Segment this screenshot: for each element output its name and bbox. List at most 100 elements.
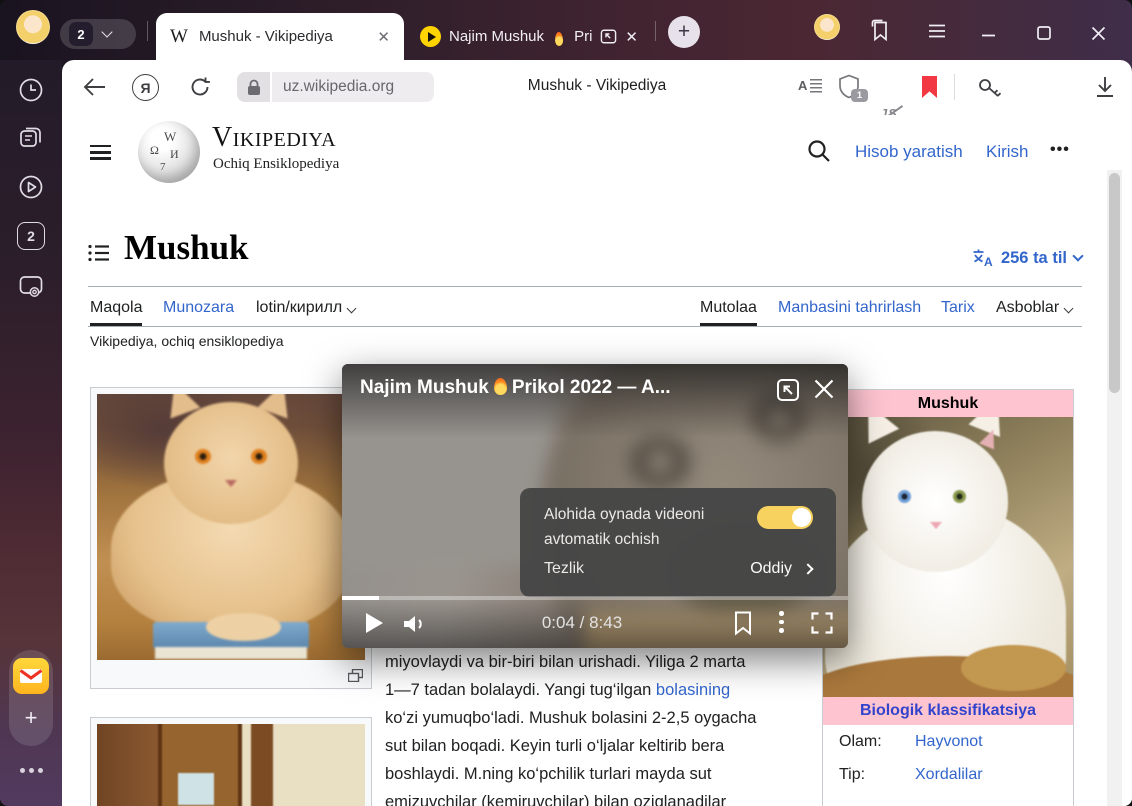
wiki-more-icon[interactable]: ••• [1050, 141, 1070, 159]
paragraph-line: ko‘zi yumuqbo‘ladi. Mushuk bolasini 2-2,… [385, 704, 756, 732]
play-button[interactable] [366, 613, 383, 633]
account-avatar[interactable] [814, 14, 840, 40]
pip-header: Najim Mushuk Prikol 2022 — A... [342, 364, 848, 438]
wiki-link[interactable]: Hayvonot [915, 733, 983, 751]
wikipedia-favicon: W [170, 26, 188, 48]
globe-glyph: И [170, 147, 179, 162]
browser-sidebar: 2 + [0, 60, 62, 806]
minimize-button[interactable] [982, 34, 995, 37]
taxobox-row: Tip: Xordalilar [823, 758, 1073, 791]
tab-variant-selector[interactable]: lotin/кирилл [256, 299, 355, 317]
paragraph-line: boshlaydi. M.ning ko‘pchilik turlari may… [385, 760, 711, 788]
yandex-services-button[interactable]: Я [132, 74, 159, 101]
video-progress-bar[interactable] [342, 596, 848, 600]
speed-value[interactable]: Oddiy [750, 560, 792, 578]
chevron-down-icon [1064, 304, 1074, 314]
toc-icon[interactable] [88, 244, 110, 262]
tab-munozara[interactable]: Munozara [163, 299, 234, 317]
fullscreen-icon[interactable] [810, 611, 834, 635]
tab-bar: 2 W Mushuk - Vikipediya ✕ Najim Mushuk P… [0, 0, 1132, 60]
wiki-link[interactable]: Xordalilar [915, 766, 983, 784]
tab-asboblar[interactable]: Asboblar [996, 299, 1072, 317]
sidebar-more-icon[interactable] [20, 768, 43, 773]
maximize-button[interactable] [1037, 26, 1051, 40]
tab-group-count-badge: 2 [69, 22, 93, 46]
enlarge-icon[interactable] [348, 669, 363, 682]
picture-in-picture-icon[interactable] [600, 29, 617, 44]
fire-emoji-icon [555, 31, 564, 45]
taxobox-section-title[interactable]: Biologik klassifikatsiya [823, 697, 1073, 725]
progress-played [342, 596, 379, 600]
adblock-shield-icon[interactable]: 1 [838, 74, 864, 100]
collections-flag-icon[interactable] [868, 18, 892, 44]
create-account-link[interactable]: Hisob yaratish [855, 142, 963, 162]
tab-title: Najim Mushuk [449, 28, 544, 45]
video-play-icon[interactable] [17, 173, 45, 201]
navigation-toolbar: Я uz.wikipedia.org Mushuk - Vikipediya A… [62, 60, 1132, 115]
download-icon[interactable] [1094, 75, 1116, 99]
tab-tarix[interactable]: Tarix [941, 299, 975, 317]
feed-pages-icon[interactable] [17, 124, 45, 152]
pip-close-icon[interactable] [813, 378, 835, 400]
variant-label: lotin/кирилл [256, 299, 342, 316]
bookmark-video-icon[interactable] [732, 610, 754, 636]
globe-glyph: Ω [150, 143, 159, 158]
pip-video-overlay[interactable]: Najim Mushuk Prikol 2022 — A... Alohida o… [342, 364, 848, 648]
asboblar-label: Asboblar [996, 299, 1059, 316]
tabs-panel-icon[interactable]: 2 [17, 222, 45, 250]
back-button[interactable] [82, 76, 107, 98]
volume-icon[interactable] [402, 612, 428, 636]
tab-manbasini-tahrirlash[interactable]: Manbasini tahrirlash [778, 299, 921, 317]
pip-title-part1: Najim Mushuk [360, 377, 489, 398]
taxobox-title: Mushuk [823, 390, 1073, 417]
video-time: 0:04 / 8:43 [502, 613, 662, 633]
fire-emoji-icon [494, 378, 508, 395]
history-icon[interactable] [17, 76, 45, 104]
wiki-wordmark[interactable]: Vikipediya [212, 124, 336, 152]
profile-avatar[interactable] [16, 10, 50, 44]
back-to-tab-icon[interactable] [775, 377, 801, 403]
blocked-count-badge: 1 [851, 89, 868, 102]
tab-wikipedia[interactable]: W Mushuk - Vikipediya ✕ [156, 13, 404, 60]
yandex-mail-icon[interactable] [13, 658, 49, 694]
speed-label: Tezlik [544, 560, 584, 578]
screenshot-icon[interactable] [17, 272, 45, 300]
scrollbar-thumb[interactable] [1109, 173, 1120, 393]
reader-mode-icon[interactable]: A [798, 79, 822, 94]
address-bar[interactable]: uz.wikipedia.org [272, 72, 434, 102]
taxobox: Mushuk [822, 389, 1074, 806]
article-title: Mushuk [124, 228, 249, 268]
login-link[interactable]: Kirish [986, 142, 1029, 162]
page-scrollbar[interactable] [1107, 170, 1122, 806]
language-selector[interactable]: A 256 ta til [972, 248, 1082, 268]
search-icon[interactable] [806, 138, 832, 164]
site-security-button[interactable] [237, 72, 270, 102]
lock-icon [247, 79, 261, 96]
refresh-icon[interactable] [188, 75, 212, 99]
menu-icon[interactable] [928, 24, 946, 38]
wiki-menu-icon[interactable] [90, 145, 111, 160]
autopip-toggle[interactable] [757, 506, 813, 529]
browser-window: 2 W Mushuk - Vikipediya ✕ Najim Mushuk P… [0, 0, 1132, 806]
tab-group-pill[interactable]: 2 [60, 19, 136, 49]
kitten-image[interactable] [823, 417, 1073, 697]
wiki-link[interactable]: bolasining [656, 681, 730, 699]
close-window-button[interactable] [1091, 26, 1106, 41]
tab-close-icon[interactable]: ✕ [625, 28, 638, 46]
tab-video[interactable]: Najim Mushuk Pri ✕ [410, 13, 648, 60]
password-key-icon[interactable] [976, 75, 1004, 101]
language-count: 256 ta til [1001, 249, 1067, 268]
video-controls: 0:04 / 8:43 [342, 600, 848, 648]
tab-mutolaa[interactable]: Mutolaa [700, 299, 757, 317]
article-figure-cat2[interactable] [90, 717, 372, 806]
tab-close-icon[interactable]: ✕ [377, 28, 390, 46]
pip-title-part2: Prikol 2022 — A... [512, 377, 671, 398]
article-figure-cat[interactable] [90, 387, 372, 689]
add-app-button[interactable]: + [18, 705, 44, 731]
tab-maqola[interactable]: Maqola [90, 299, 142, 317]
new-tab-button[interactable]: + [668, 16, 700, 48]
video-more-icon[interactable] [779, 611, 784, 633]
wikipedia-logo[interactable]: W Ω И 7 [138, 121, 200, 183]
bookmark-filled-icon[interactable] [922, 76, 937, 98]
autopip-label: Alohida oynada videoni avtomatik ochish [544, 502, 749, 552]
